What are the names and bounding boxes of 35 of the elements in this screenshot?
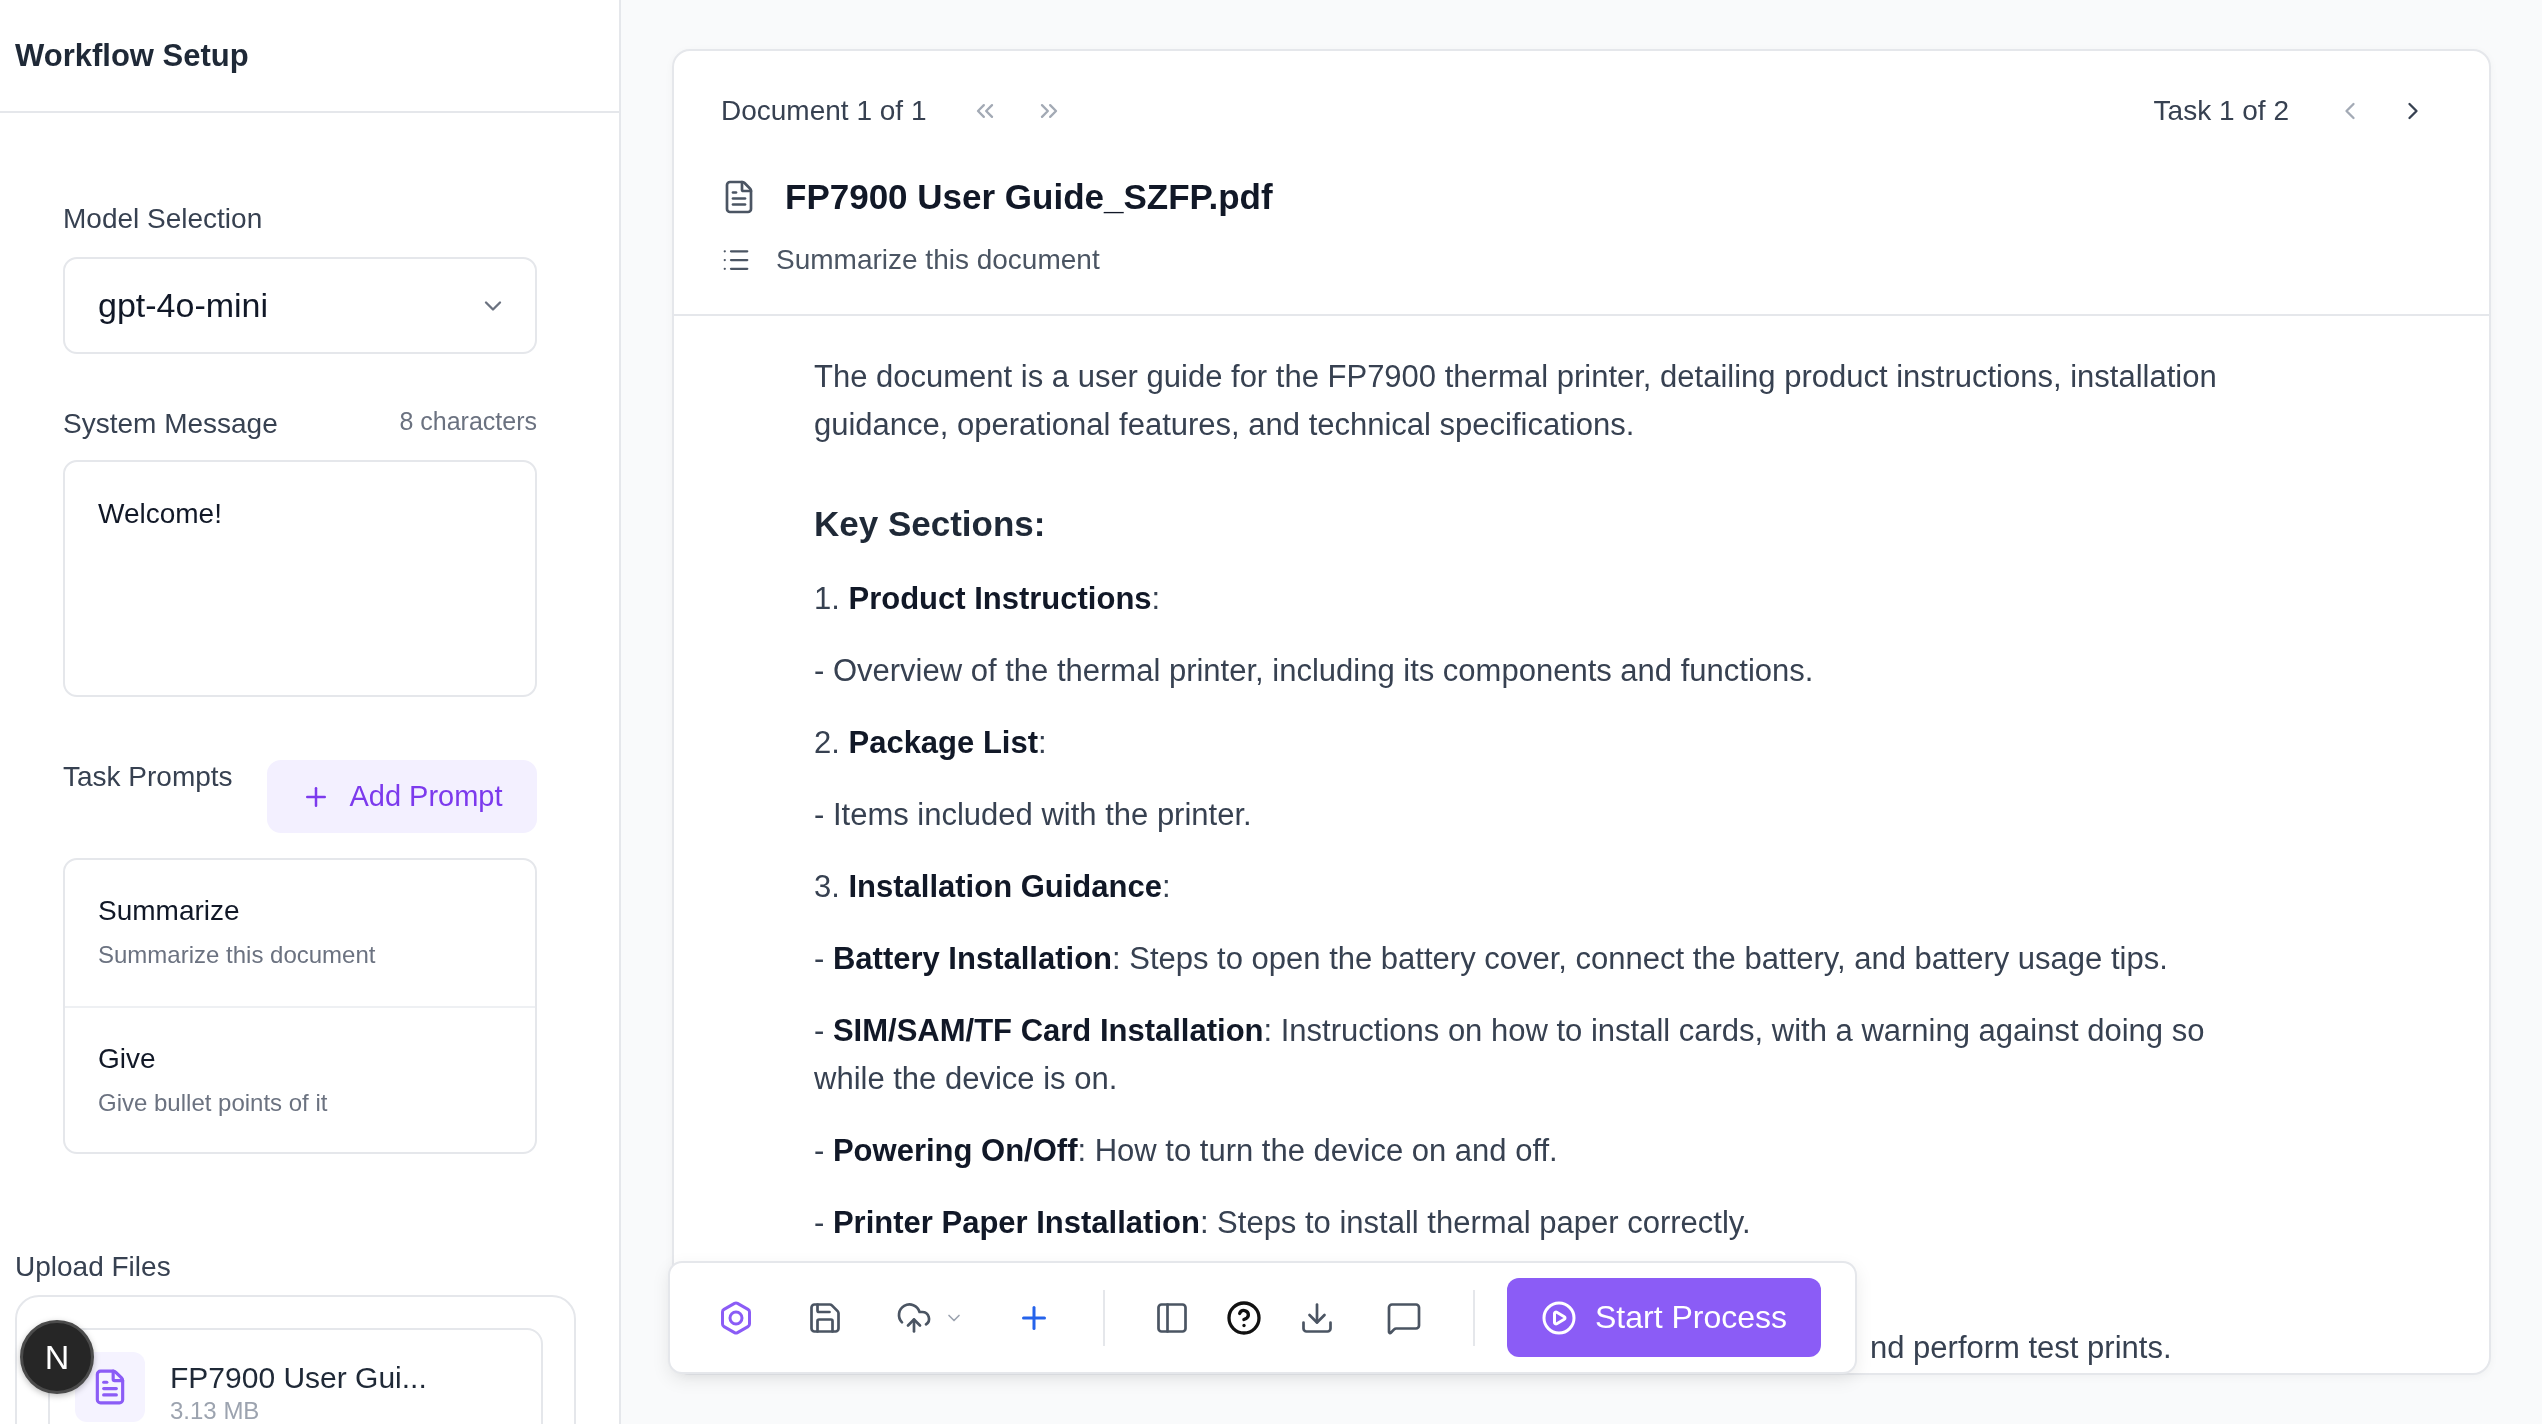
- summary-paragraph: The document is a user guide for the FP7900 thermal printer, detailing product instructions, installation guidance, operational features, and technical specifications.: [814, 358, 2218, 444]
- summary-paragraph: - Printer Paper Installation: Steps to install thermal paper correctly.: [814, 1204, 1751, 1242]
- summary-paragraph: 3. Installation Guidance:: [814, 868, 1171, 906]
- summary-paragraph: - Overview of the thermal printer, including its components and functions.: [814, 652, 1814, 690]
- model-select[interactable]: gpt-4o-mini: [63, 257, 537, 354]
- prompt-title[interactable]: Summarize: [98, 894, 240, 928]
- file-title: FP7900 User Guide_SZFP.pdf: [785, 177, 1273, 217]
- summary-paragraph: nd perform test prints.: [1870, 1331, 2172, 1365]
- field-label: System Message: [63, 407, 278, 441]
- play-circle-icon: [1541, 1299, 1577, 1336]
- prompt-text: Summarize this document: [776, 244, 1100, 276]
- hexagon-icon[interactable]: [718, 1299, 754, 1336]
- sidebar-title: Workflow Setup: [15, 36, 249, 75]
- summary-paragraph: 1. Product Instructions:: [814, 580, 1161, 618]
- character-count: 8 characters: [399, 407, 537, 436]
- prompt-description: Summarize this document: [98, 940, 376, 970]
- prompt-title[interactable]: Give: [98, 1042, 156, 1076]
- help-icon[interactable]: [1226, 1299, 1262, 1336]
- field-label: Model Selection: [63, 202, 263, 236]
- prompt-description: Give bullet points of it: [98, 1088, 328, 1118]
- system-message-field[interactable]: Welcome!: [63, 460, 537, 697]
- summary-paragraph: - Battery Installation: Steps to open the battery cover, connect the battery, and battery usage tips.: [814, 940, 2168, 978]
- summary-paragraph: - SIM/SAM/TF Card Installation: Instructions on how to install cards, with a warning against doing so while the device is on.: [814, 1012, 2206, 1098]
- summary-paragraph: - Items included with the printer.: [814, 796, 1252, 834]
- file-name: FP7900 User Gui...: [170, 1360, 427, 1396]
- field-label: Task Prompts: [63, 760, 233, 794]
- file-size: 3.13 MB: [170, 1396, 260, 1424]
- document-counter: Document 1 of 1: [721, 95, 927, 127]
- summary-paragraph: - Powering On/Off: How to turn the device on and off.: [814, 1132, 1558, 1170]
- summary-paragraph: 2. Package List:: [814, 724, 1047, 762]
- start-process-button[interactable]: Start Process: [1507, 1278, 1821, 1357]
- task-counter: Task 1 of 2: [2153, 95, 2289, 127]
- add-prompt-button[interactable]: Add Prompt: [267, 760, 537, 833]
- section-label: Upload Files: [15, 1250, 171, 1284]
- section-heading: Key Sections:: [814, 503, 1046, 545]
